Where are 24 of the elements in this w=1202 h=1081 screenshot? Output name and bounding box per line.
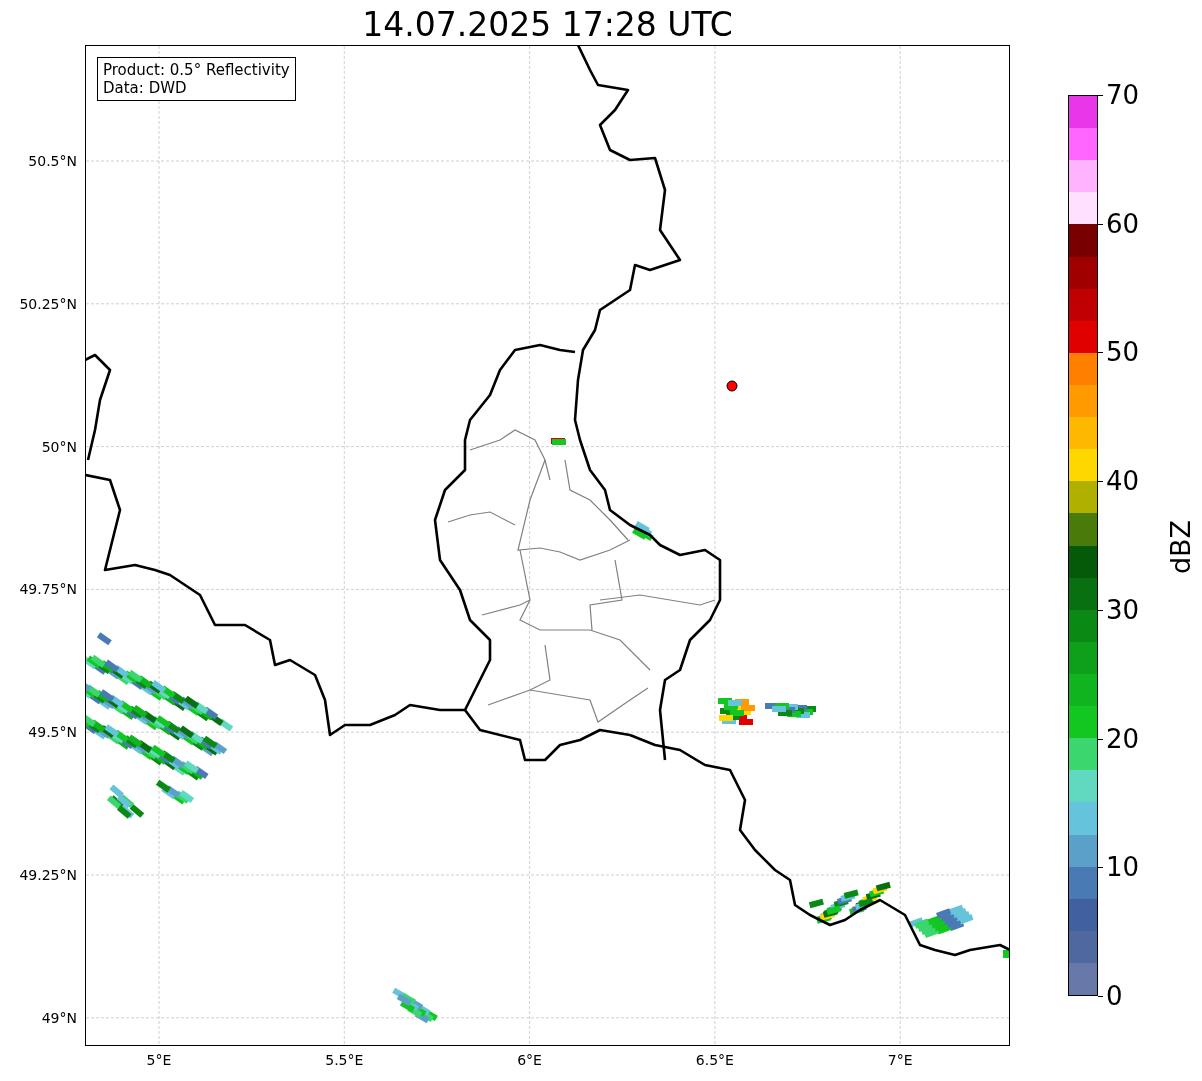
axis-tick-label: 6°E — [517, 1052, 542, 1068]
axis-tick-label: 5.5°E — [325, 1052, 364, 1068]
axis-tick-label: 50.25°N — [19, 295, 77, 312]
axis-tick-label: 49.75°N — [19, 581, 77, 598]
colorbar-tick-label: 50 — [1106, 337, 1140, 368]
axis-tick-label: 49.5°N — [28, 724, 77, 741]
legend-text: Data: DWD — [103, 79, 188, 97]
colorbar-tick-label: 10 — [1106, 852, 1140, 883]
colorbar-tick-label: 30 — [1106, 594, 1140, 625]
colorbar-tick-label: 20 — [1106, 723, 1140, 754]
axis-tick-label: 7°E — [887, 1052, 913, 1068]
colorbar-tick-label: 70 — [1106, 80, 1140, 110]
axis-tick-label: 5°E — [146, 1052, 172, 1068]
axis-tick-label: 50.5°N — [28, 153, 77, 169]
axis-tick-label: 49°N — [41, 1009, 77, 1026]
colorbar-tick-label: 0 — [1106, 981, 1123, 1011]
chart-title: 14.07.2025 17:28 UTC — [362, 5, 733, 45]
axis-tick-label: 49.25°N — [19, 867, 77, 883]
colorbar-tick-label: 60 — [1106, 208, 1140, 239]
colorbar-tick-label: 40 — [1106, 466, 1140, 497]
axis-tick-label: 50°N — [41, 438, 77, 455]
legend-text: Product: 0.5° Reflectivity — [103, 61, 290, 79]
axis-tick-label: 6.5°E — [695, 1052, 734, 1068]
colorbar-label: dBZ — [1164, 519, 1196, 575]
